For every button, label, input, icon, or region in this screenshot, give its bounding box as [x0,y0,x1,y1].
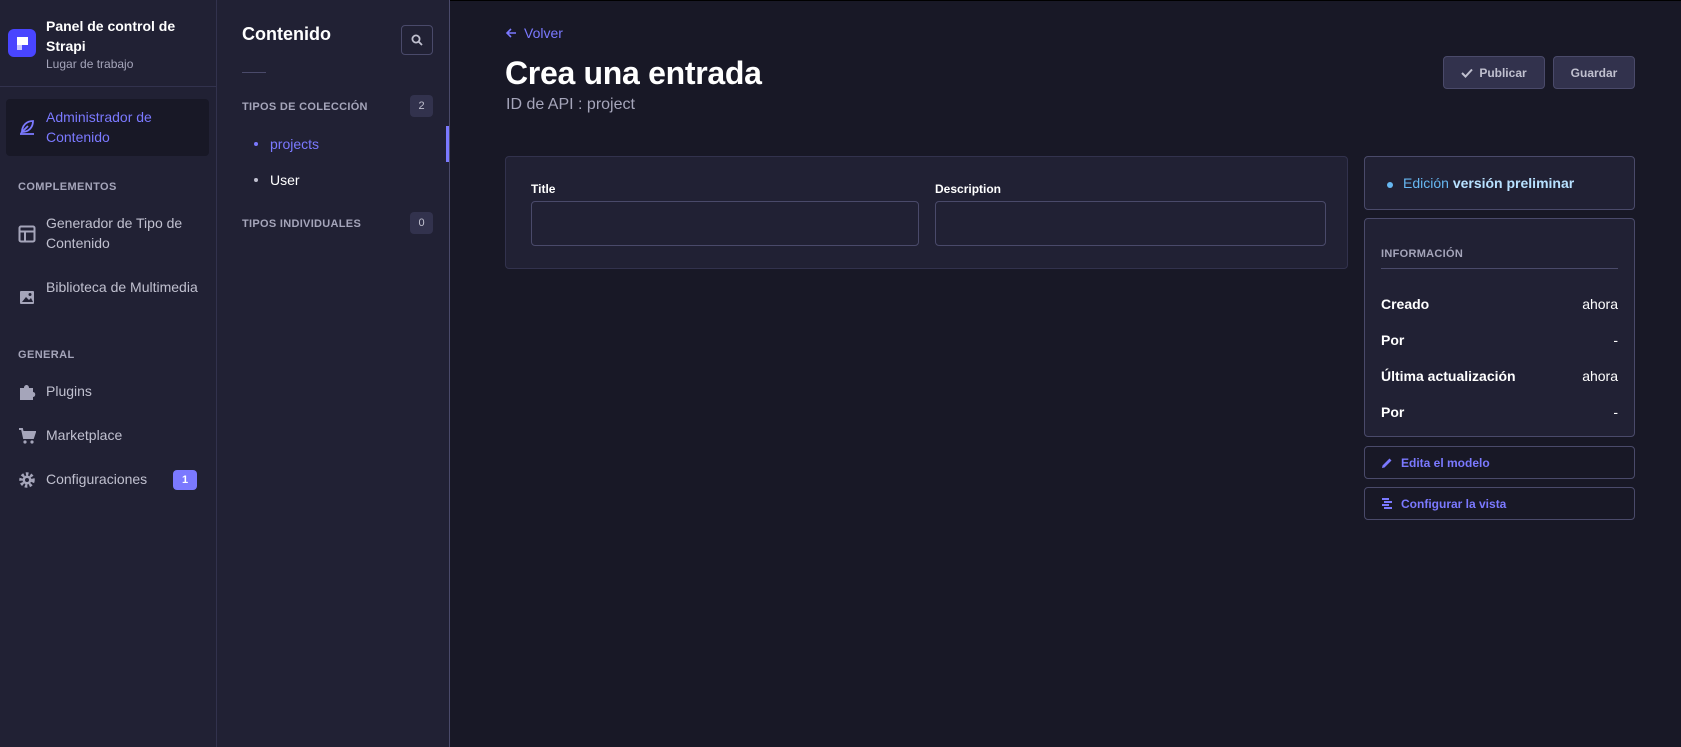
info-key: Por [1381,332,1405,348]
info-title: INFORMACIÓN [1381,248,1464,260]
status-dot-icon [1387,182,1393,188]
title-input[interactable] [531,201,919,246]
api-id: ID de API : project [506,96,635,113]
configure-view-button[interactable]: Configurar la vista [1364,487,1635,520]
status-panel: Edición versión preliminar [1364,156,1635,210]
save-button[interactable]: Guardar [1553,56,1635,89]
nav-item-label: Generador de Tipo de Contenido [46,215,183,251]
publish-button[interactable]: Publicar [1443,56,1545,89]
check-icon [1461,68,1474,78]
info-value: ahora [1582,368,1618,384]
bullet-icon [254,178,258,182]
collection-types-title: TIPOS DE COLECCIÓN [242,101,368,113]
active-indicator [446,126,449,162]
shopping-cart-icon [19,428,36,444]
nav-item-content-manager[interactable]: Administrador de Contenido [6,99,209,156]
brand-title: Panel de control de Strapi [46,18,176,54]
search-icon [411,34,423,46]
edit-model-label: Edita el modelo [1401,456,1490,470]
brand-subtitle: Lugar de trabajo [46,57,134,71]
nav-item-label: Biblioteca de Multimedia [46,279,198,295]
status-prefix: Edición [1403,175,1449,191]
info-key: Por [1381,404,1405,420]
brand-header: Panel de control de Strapi Lugar de trab… [0,0,216,87]
subnav-item-label: projects [270,136,320,152]
subnav-title: Contenido [242,24,331,44]
info-key: Última actualización [1381,368,1516,384]
back-label: Volver [524,25,563,41]
divider [242,72,266,73]
media-library-icon [20,291,34,304]
nav-item-label: Marketplace [46,427,123,443]
status-text: Edición versión preliminar [1403,175,1574,191]
gear-icon [19,472,35,488]
feather-icon [20,120,34,135]
divider [1381,268,1618,269]
main-nav: Panel de control de Strapi Lugar de trab… [0,0,217,747]
status-value: versión preliminar [1452,175,1575,191]
configure-view-label: Configurar la vista [1401,497,1507,511]
info-value: - [1613,404,1618,420]
info-panel: INFORMACIÓN Creado ahora Por - Última ac… [1364,218,1635,437]
bullet-icon [254,142,258,146]
nav-item-label: Administrador de Contenido [46,109,152,145]
page-title: Crea una entrada [505,55,762,91]
nav-section-title: GENERAL [18,349,75,361]
search-button[interactable] [401,25,433,55]
subnav-item-label: User [270,172,300,188]
single-types-title: TIPOS INDIVIDUALES [242,218,362,230]
save-label: Guardar [1570,65,1618,80]
puzzle-icon [20,385,36,400]
edit-model-button[interactable]: Edita el modelo [1364,446,1635,479]
nav-item-label: Plugins [46,383,92,399]
pencil-icon [1382,458,1392,468]
layout-icon [18,225,36,243]
info-value: - [1613,332,1618,348]
field-label-title: Title [531,182,556,196]
description-input[interactable] [935,201,1326,246]
notification-badge: 1 [173,470,197,490]
publish-label: Publicar [1479,65,1527,80]
arrow-left-icon [505,28,516,38]
entry-form: Title Description [505,156,1348,269]
nav-section-title: COMPLEMENTOS [18,181,117,193]
info-key: Creado [1381,296,1430,312]
collection-types-count: 2 [410,95,433,117]
list-settings-icon [1382,498,1392,509]
strapi-logo-icon [8,29,36,57]
single-types-count: 0 [410,212,433,234]
info-value: ahora [1582,296,1618,312]
field-label-description: Description [935,182,1002,196]
content-subnav: Contenido TIPOS DE COLECCIÓN 2 projects … [217,0,450,747]
